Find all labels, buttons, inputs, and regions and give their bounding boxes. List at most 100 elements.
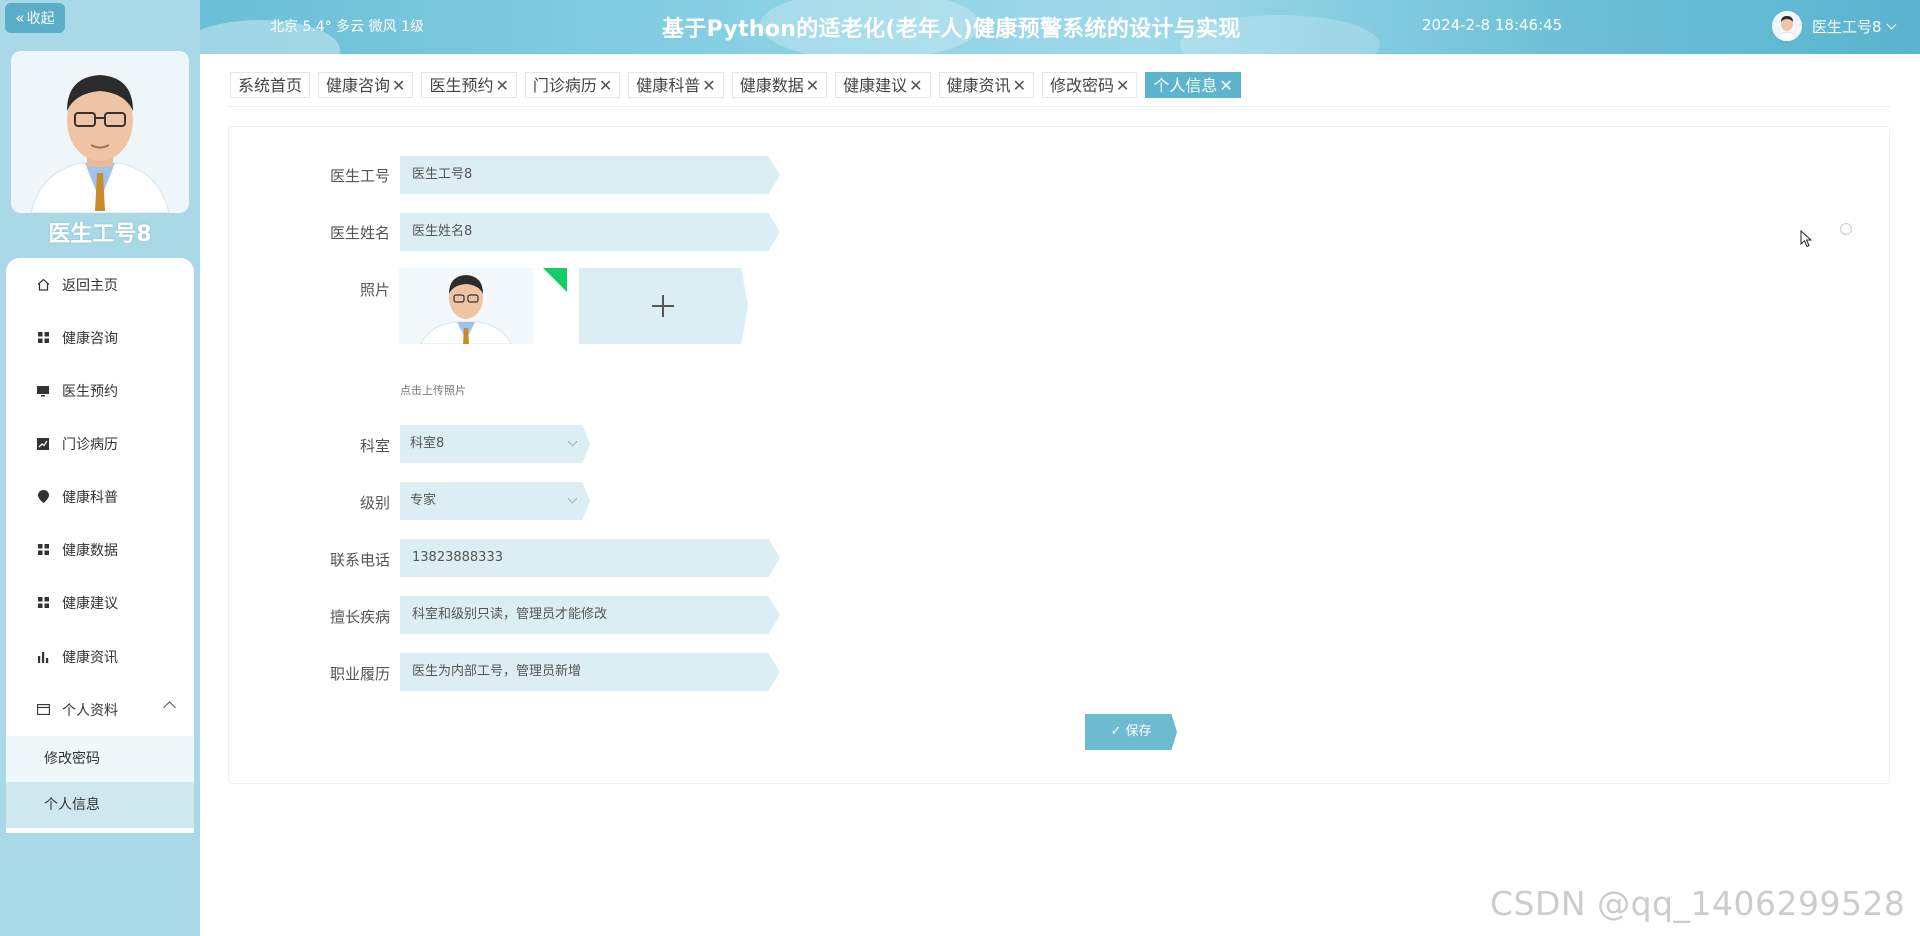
sidebar-item-label: 返回主页	[62, 277, 118, 294]
user-avatar	[1772, 11, 1802, 41]
tab-personal-info[interactable]: 个人信息 ✕	[1145, 72, 1241, 98]
sidebar-item-health-consult[interactable]: 健康咨询	[6, 311, 194, 364]
tab-health-science[interactable]: 健康科普 ✕	[628, 72, 724, 98]
sidebar-subitem-personal-info[interactable]: 个人信息	[6, 782, 194, 828]
chevron-up-icon	[163, 701, 176, 714]
tab-health-news[interactable]: 健康资讯 ✕	[938, 72, 1034, 98]
close-icon[interactable]: ✕	[599, 76, 612, 95]
tab-label: 健康咨询	[326, 76, 391, 95]
sidebar-menu: 返回主页 健康咨询 医生预约 门诊病历 健康科普 健康数据 健康建议 健康资讯 …	[6, 258, 194, 833]
specialty-label: 擅长疾病	[329, 608, 390, 626]
save-button[interactable]: ✓ 保存	[1085, 714, 1177, 750]
sidebar-item-health-news[interactable]: 健康资讯	[6, 630, 194, 683]
collapse-label: 收起	[26, 11, 55, 27]
system-title: 基于Python的适老化(老年人)健康预警系统的设计与实现	[662, 17, 1241, 42]
tab-divider	[228, 106, 1890, 107]
sidebar-item-label: 个人资料	[62, 702, 118, 719]
header-datetime: 2024-2-8 18:46:45	[1422, 16, 1563, 34]
grid-icon	[36, 596, 50, 610]
tab-label: 健康资讯	[946, 76, 1011, 95]
specialty-field[interactable]: 科室和级别只读，管理员才能修改	[400, 596, 780, 634]
photo-label: 照片	[359, 281, 390, 299]
user-menu[interactable]: 医生工号8	[1772, 11, 1896, 41]
close-icon[interactable]: ✕	[495, 76, 508, 95]
sidebar-item-outpatient-records[interactable]: 门诊病历	[6, 417, 194, 470]
tab-doctor-appointment[interactable]: 医生预约 ✕	[421, 72, 517, 98]
tab-health-advice[interactable]: 健康建议 ✕	[835, 72, 931, 98]
sidebar-item-label: 健康数据	[62, 542, 118, 559]
chevron-down-icon	[567, 493, 578, 504]
sidebar-avatar	[11, 51, 189, 213]
career-label: 职业履历	[329, 665, 390, 683]
weather-info: 北京 5.4° 多云 微风 1级	[270, 19, 424, 35]
collapse-button[interactable]: «收起	[5, 3, 65, 33]
location-icon	[36, 490, 50, 504]
doctor-photo-thumbnail[interactable]	[399, 268, 533, 344]
watermark: CSDN @qq_1406299528	[1490, 884, 1906, 923]
close-icon[interactable]: ✕	[702, 76, 715, 95]
sidebar: «收起 医生工号8 返回主页 健康咨询 医生预约 门诊病历 健康科普 健康数据 …	[0, 0, 200, 936]
chevron-down-icon	[1886, 19, 1896, 29]
gear-icon[interactable]	[1840, 223, 1852, 235]
level-select[interactable]: 专家	[400, 482, 590, 520]
save-label: 保存	[1125, 724, 1152, 739]
header-user-name: 医生工号8	[1812, 17, 1882, 36]
sidebar-item-label: 健康资讯	[62, 649, 118, 666]
sidebar-subitem-change-password[interactable]: 修改密码	[6, 736, 194, 782]
tab-label: 个人信息	[1153, 76, 1218, 95]
monitor-icon	[36, 384, 50, 398]
sidebar-item-doctor-appointment[interactable]: 医生预约	[6, 364, 194, 417]
close-icon[interactable]: ✕	[1116, 76, 1129, 95]
close-icon[interactable]: ✕	[806, 76, 819, 95]
tab-label: 修改密码	[1049, 76, 1114, 95]
sidebar-item-label: 健康建议	[62, 595, 118, 612]
chevron-down-icon	[567, 436, 578, 447]
career-field[interactable]: 医生为内部工号，管理员新增	[400, 653, 780, 691]
top-header: 北京 5.4° 多云 微风 1级 基于Python的适老化(老年人)健康预警系统…	[200, 0, 1920, 54]
check-icon: ✓	[1110, 724, 1126, 739]
doctor-id-label: 医生工号	[329, 167, 390, 185]
tab-label: 健康科普	[636, 76, 701, 95]
home-icon	[36, 278, 50, 292]
plus-icon	[662, 295, 664, 317]
sidebar-item-health-science[interactable]: 健康科普	[6, 470, 194, 523]
close-icon[interactable]: ✕	[392, 76, 405, 95]
close-icon[interactable]: ✕	[1219, 76, 1232, 95]
mouse-cursor-icon	[1800, 229, 1813, 252]
phone-label: 联系电话	[329, 551, 390, 569]
tab-label: 健康建议	[843, 76, 908, 95]
tab-outpatient-records[interactable]: 门诊病历 ✕	[524, 72, 621, 98]
grid-icon	[36, 331, 50, 345]
tab-health-consult[interactable]: 健康咨询 ✕	[318, 72, 414, 98]
doctor-portrait-image	[11, 51, 189, 213]
chart-icon	[36, 437, 50, 451]
tab-bar: 系统首页 健康咨询 ✕ 医生预约 ✕ 门诊病历 ✕ 健康科普 ✕ 健康数据 ✕ 健康建议 ✕…	[230, 72, 1249, 98]
sidebar-user-name: 医生工号8	[48, 222, 152, 247]
department-select[interactable]: 科室8	[400, 425, 590, 463]
upload-success-corner	[543, 268, 567, 292]
photo-upload-button[interactable]	[579, 268, 748, 344]
sidebar-item-health-advice[interactable]: 健康建议	[6, 576, 194, 629]
tab-home[interactable]: 系统首页	[230, 72, 311, 98]
tab-change-password[interactable]: 修改密码 ✕	[1041, 72, 1138, 98]
level-label: 级别	[359, 494, 390, 512]
sidebar-item-personal-profile[interactable]: 个人资料	[6, 683, 194, 736]
doctor-id-field[interactable]: 医生工号8	[400, 156, 780, 194]
phone-field[interactable]: 13823888333	[400, 539, 780, 577]
sidebar-item-label: 健康科普	[62, 489, 118, 506]
close-icon[interactable]: ✕	[909, 76, 922, 95]
doctor-name-label: 医生姓名	[329, 224, 390, 242]
sidebar-item-label: 门诊病历	[62, 436, 118, 453]
doctor-name-field[interactable]: 医生姓名8	[400, 213, 780, 251]
grid-icon	[36, 543, 50, 557]
level-value: 专家	[410, 493, 437, 508]
department-label: 科室	[359, 437, 390, 455]
tab-label: 医生预约	[429, 76, 494, 95]
tab-health-data[interactable]: 健康数据 ✕	[731, 72, 828, 98]
sidebar-item-home[interactable]: 返回主页	[6, 258, 194, 311]
sidebar-item-health-data[interactable]: 健康数据	[6, 523, 194, 576]
sidebar-item-label: 医生预约	[62, 383, 118, 400]
tab-label: 健康数据	[739, 76, 804, 95]
bar-chart-icon	[36, 650, 50, 664]
close-icon[interactable]: ✕	[1013, 76, 1026, 95]
